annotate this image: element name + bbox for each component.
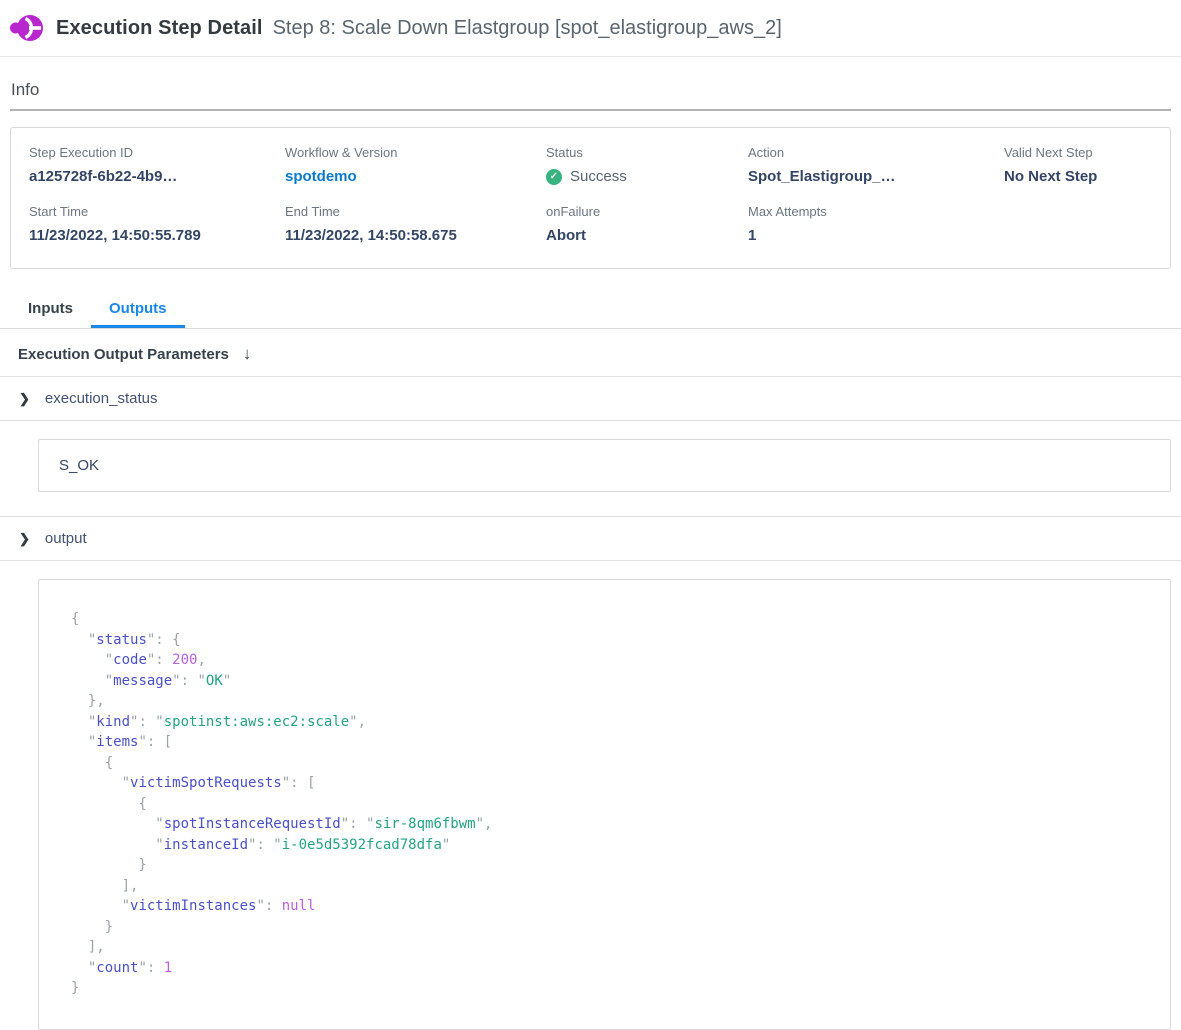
success-check-icon: ✓ [546,169,562,185]
status-badge: ✓ Success [546,168,748,185]
chevron-right-icon[interactable]: ❯ [19,531,30,547]
group-name: execution_status [45,390,158,407]
field-value: Abort [546,227,748,244]
tab-outputs[interactable]: Outputs [91,290,185,328]
execution-output-parameters-title: Execution Output Parameters [18,346,229,363]
json-code: { "status": { "code": 200, "message": "O… [39,580,1170,1029]
field-label: Step Execution ID [29,145,285,160]
field-max-attempts: Max Attempts 1 [748,204,1004,244]
field-label: onFailure [546,204,748,219]
status-text: Success [570,168,627,185]
field-value: 11/23/2022, 14:50:55.789 [29,227,285,244]
field-workflow-version: Workflow & Version spotdemo [285,145,546,185]
info-card: Step Execution ID a125728f-6b22-4b9… Wor… [10,127,1171,269]
field-label: Start Time [29,204,285,219]
download-icon[interactable]: ↓ [243,344,252,364]
field-value: No Next Step [1004,168,1152,185]
chevron-right-icon[interactable]: ❯ [19,391,30,407]
group-name: output [45,530,87,547]
field-value: 11/23/2022, 14:50:58.675 [285,227,546,244]
group-row-output[interactable]: ❯ output [0,516,1181,561]
field-label: Action [748,145,1004,160]
field-label: Status [546,145,748,160]
group-row-execution-status[interactable]: ❯ execution_status [0,377,1181,421]
field-onfailure: onFailure Abort [546,204,748,244]
field-status: Status ✓ Success [546,145,748,185]
field-start-time: Start Time 11/23/2022, 14:50:55.789 [29,204,285,244]
field-label: Max Attempts [748,204,1004,219]
info-section-title: Info [11,80,1181,100]
output-json-box: { "status": { "code": 200, "message": "O… [38,579,1171,1030]
execution-output-parameters-header: Execution Output Parameters ↓ [0,329,1181,377]
page-title: Execution Step Detail [56,17,263,40]
brand-logo-icon [10,13,44,43]
field-value: Spot_Elastigroup_… [748,168,1004,185]
field-value: 1 [748,227,1004,244]
field-label: Workflow & Version [285,145,546,160]
tab-inputs[interactable]: Inputs [10,290,91,328]
field-label: End Time [285,204,546,219]
field-step-execution-id: Step Execution ID a125728f-6b22-4b9… [29,145,285,185]
info-divider [10,109,1171,111]
field-valid-next-step: Valid Next Step No Next Step [1004,145,1152,185]
field-end-time: End Time 11/23/2022, 14:50:58.675 [285,204,546,244]
execution-status-value: S_OK [59,457,99,474]
field-value: a125728f-6b22-4b9… [29,168,285,185]
app-header: Execution Step Detail Step 8: Scale Down… [0,0,1181,57]
workflow-link[interactable]: spotdemo [285,168,546,185]
page-subtitle: Step 8: Scale Down Elastgroup [spot_elas… [273,17,782,40]
field-label: Valid Next Step [1004,145,1152,160]
execution-status-value-box: S_OK [38,439,1171,492]
field-action: Action Spot_Elastigroup_… [748,145,1004,185]
tab-bar: Inputs Outputs [0,290,1181,329]
